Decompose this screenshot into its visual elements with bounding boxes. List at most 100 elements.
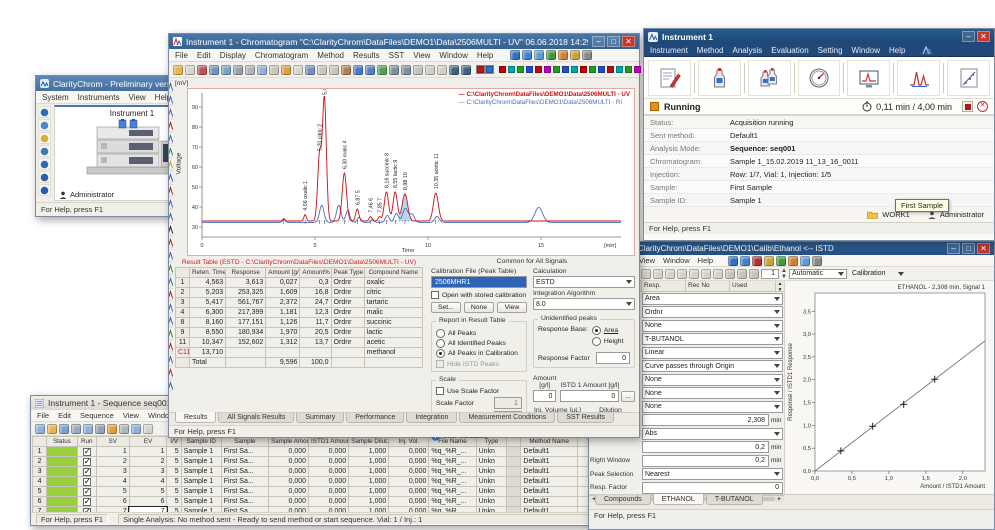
signal-color-square-15[interactable]	[625, 66, 632, 73]
lc-control-icon[interactable]	[534, 50, 544, 60]
save-icon[interactable]	[185, 65, 195, 75]
cut-icon[interactable]	[245, 65, 255, 75]
undo-icon[interactable]	[665, 269, 675, 279]
run-checkbox[interactable]	[83, 498, 91, 506]
chart-icon[interactable]	[776, 256, 786, 266]
calib-setting-select-8[interactable]: None	[642, 387, 783, 399]
run-checkbox[interactable]	[83, 478, 91, 486]
view-button[interactable]: View	[497, 302, 527, 313]
signal-color-square-4[interactable]	[526, 66, 533, 73]
overlay-mode-icon[interactable]	[413, 65, 423, 75]
radio-all-identified-peaks[interactable]	[436, 339, 445, 348]
calibration-tab-compounds[interactable]: Compounds	[595, 495, 651, 505]
calib-col-rec-no[interactable]: Rec No	[685, 281, 729, 291]
results-tab-measurement-conditions[interactable]: Measurement Conditions	[459, 413, 555, 423]
results-tab-performance[interactable]: Performance	[346, 413, 404, 423]
print-icon[interactable]	[95, 424, 105, 434]
radio-all-peaks[interactable]	[436, 329, 445, 338]
calibration-minimize-button[interactable]: –	[947, 243, 960, 254]
sequence-menu-view[interactable]: View	[123, 411, 139, 420]
results-tab-sst-results[interactable]: SST Results	[557, 413, 614, 423]
unzoom-icon[interactable]	[713, 269, 723, 279]
main-menu-view[interactable]: View	[128, 93, 145, 102]
zoom-icon[interactable]	[305, 65, 315, 75]
overlay-icon[interactable]	[510, 50, 520, 60]
main-menu-system[interactable]: System	[42, 93, 69, 102]
calibration-menu-window[interactable]: Window	[663, 256, 690, 265]
add-point-icon[interactable]	[725, 269, 735, 279]
calib-setting-select-1[interactable]: Area	[642, 293, 783, 305]
signal-color-square-13[interactable]	[607, 66, 614, 73]
none-button[interactable]: None	[464, 302, 494, 313]
open-method-icon[interactable]	[209, 65, 219, 75]
calib-setting-select-3[interactable]: None	[642, 320, 783, 332]
run-checkbox[interactable]	[83, 488, 91, 496]
signal-color-square-6[interactable]	[544, 66, 551, 73]
baseline-icon[interactable]	[377, 65, 387, 75]
results-tab-results[interactable]: Results	[175, 412, 216, 423]
recalibrate-icon[interactable]	[749, 269, 759, 279]
signal-select-icon[interactable]	[353, 65, 363, 75]
spinner-arrows-icon[interactable]: ▲▼	[781, 268, 787, 280]
signal-color-square-10[interactable]	[580, 66, 587, 73]
properties-icon[interactable]	[341, 65, 351, 75]
remove-point-icon[interactable]	[737, 269, 747, 279]
calibration-curve-chart[interactable]: ETHANOL - 2,308 min, Signal 10,00,51,01,…	[785, 281, 994, 493]
instrument-menu-method[interactable]: Method	[697, 46, 724, 55]
sequence-icon[interactable]	[748, 60, 791, 96]
chromatogram-close-button[interactable]: ✕	[622, 36, 635, 47]
instrument-menu-evaluation[interactable]: Evaluation	[771, 46, 808, 55]
response-factor-input[interactable]: 0	[596, 352, 630, 364]
instrument-menu-help[interactable]: Help	[889, 46, 905, 55]
calculation-select[interactable]: ESTD	[533, 276, 635, 288]
new-icon[interactable]	[35, 424, 45, 434]
clarity-logo-icon[interactable]	[922, 46, 932, 55]
archive-folder-icon[interactable]	[38, 132, 51, 144]
upload-icon[interactable]	[570, 50, 580, 60]
calibration-titlebar[interactable]: alibration C:\ClarityChrom\DataFiles\DEM…	[589, 242, 994, 255]
calib-setting-input-15[interactable]: 0	[642, 482, 783, 494]
settings-icon[interactable]	[582, 50, 592, 60]
calib-setting-select-2[interactable]: Ordnr	[642, 306, 783, 318]
open-stored-calibration-checkbox[interactable]	[431, 291, 439, 299]
signal-color-square-3[interactable]	[517, 66, 524, 73]
results-tab-summary[interactable]: Summary	[296, 413, 344, 423]
calibration-tab-t-butanol[interactable]: T-BUTANOL	[706, 495, 763, 505]
peak-tool-icon[interactable]	[365, 65, 375, 75]
report-icon[interactable]	[221, 65, 231, 75]
device-monitor-icon[interactable]	[798, 60, 841, 96]
calib-scroll-up-icon[interactable]: ▲▼	[775, 281, 784, 291]
settings-gear-icon[interactable]	[38, 119, 51, 131]
info-icon[interactable]	[558, 50, 568, 60]
flask-icon[interactable]	[764, 256, 774, 266]
calib-setting-input-12[interactable]: 0,2	[642, 441, 769, 453]
paste-icon[interactable]	[269, 65, 279, 75]
result-row[interactable]: 25,203253,3251,60916,8Ordnrcitric	[175, 288, 422, 298]
peaks-icon[interactable]	[752, 256, 762, 266]
single-analysis-icon[interactable]	[698, 60, 741, 96]
result-row[interactable]: 35,417561,7672,37224,7Ordnrtartaric	[175, 298, 422, 308]
calib-setting-select-14[interactable]: Nearest	[642, 468, 783, 480]
next-icon[interactable]	[437, 65, 447, 75]
scale-factor-input[interactable]: 1	[494, 397, 522, 409]
set-button[interactable]: Set...	[431, 302, 461, 313]
calibration-menu-view[interactable]: View	[639, 256, 655, 265]
result-row[interactable]: 14,5633,6130,0270,3Ordnroxalic	[175, 278, 422, 288]
chromatogram-menu-chromatogram[interactable]: Chromatogram	[255, 51, 308, 60]
redo-icon[interactable]	[677, 269, 687, 279]
copy-icon[interactable]	[131, 424, 141, 434]
chromatogram-menu-display[interactable]: Display	[220, 51, 246, 60]
save-icon[interactable]	[59, 424, 69, 434]
method-shield-icon[interactable]	[38, 158, 51, 170]
instrument-titlebar[interactable]: Instrument 1 – ✕	[644, 29, 994, 44]
help-round-icon[interactable]	[812, 256, 822, 266]
export-icon[interactable]	[788, 256, 798, 266]
copy-icon[interactable]	[641, 269, 651, 279]
undo-icon[interactable]	[281, 65, 291, 75]
instrument-menu-instrument[interactable]: Instrument	[650, 46, 688, 55]
hide-istd-peaks-checkbox[interactable]	[436, 360, 444, 368]
calib-overlay-icon[interactable]	[728, 256, 738, 266]
stop-button[interactable]	[962, 101, 973, 112]
grid-icon[interactable]	[71, 424, 81, 434]
instrument-close-button[interactable]: ✕	[977, 31, 990, 42]
